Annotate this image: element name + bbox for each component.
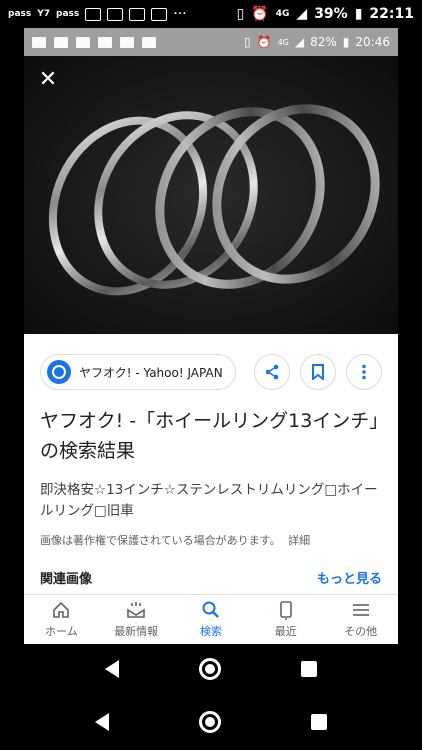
pass-icon: pass <box>8 9 32 19</box>
clock: 22:11 <box>369 6 414 22</box>
bottom-navigation: ホーム 最新情報 検索 最近 その他 <box>24 594 398 644</box>
inner-system-nav <box>0 644 422 694</box>
outer-system-nav <box>0 694 422 750</box>
pass-icon: pass <box>56 9 80 19</box>
detail-link[interactable]: 詳細 <box>288 534 310 547</box>
home-button-icon[interactable] <box>199 711 221 733</box>
source-label: ヤフオク! - Yahoo! JAPAN <box>79 365 223 380</box>
related-images-label: 関連画像 <box>40 572 93 587</box>
search-icon <box>202 601 219 618</box>
preview-image[interactable]: ✕ <box>24 56 398 334</box>
more-dots-icon: ··· <box>173 6 187 22</box>
outer-status-right: ▯ ⏰ 4G ◢ 39% ▮ 22:11 <box>237 6 414 22</box>
alarm-icon: ⏰ <box>251 6 269 22</box>
outer-status-bar: pass Y7 pass ··· ▯ ⏰ 4G ◢ 39% ▮ 22:11 <box>0 0 422 28</box>
vibrate-icon: ▯ <box>236 6 245 22</box>
mail-icon <box>54 36 68 48</box>
inner-status-bar: ▯ ⏰ 4G ◢ 82% ▮ 20:46 <box>24 28 398 56</box>
signal-icon: ◢ <box>294 35 305 49</box>
battery-percent: 39% <box>314 6 348 22</box>
inner-status-left <box>32 36 156 48</box>
nav-home-label: ホーム <box>45 625 78 638</box>
nav-news[interactable]: 最新情報 <box>99 595 174 644</box>
result-card: ヤフオク! - Yahoo! JAPAN ヤフオク! -「ホイールリング13イン… <box>24 334 398 587</box>
image-icon <box>98 36 112 48</box>
home-icon <box>53 601 70 618</box>
back-icon[interactable] <box>105 660 119 678</box>
alarm-icon: ⏰ <box>256 35 272 49</box>
cloud-icon <box>120 36 134 48</box>
recents-icon[interactable] <box>301 661 317 677</box>
nav-home[interactable]: ホーム <box>24 595 99 644</box>
inner-screen: ▯ ⏰ 4G ◢ 82% ▮ 20:46 ✕ ヤフオク! - Yahoo! JA… <box>24 28 398 644</box>
copyright-text: 画像は著作権で保護されている場合があります。 <box>40 534 281 547</box>
source-row: ヤフオク! - Yahoo! JAPAN <box>40 354 382 390</box>
inner-status-right: ▯ ⏰ 4G ◢ 82% ▮ 20:46 <box>244 35 390 49</box>
battery-icon: ▮ <box>354 6 363 22</box>
outer-status-left: pass Y7 pass ··· <box>8 6 187 22</box>
phone-icon <box>76 36 90 48</box>
news-icon <box>127 602 145 618</box>
mail-icon <box>85 7 102 21</box>
home-button-icon[interactable] <box>199 658 221 680</box>
signal-icon: ◢ <box>296 6 308 22</box>
recents-icon[interactable] <box>311 714 327 730</box>
nav-recent[interactable]: 最近 <box>248 595 323 644</box>
result-title[interactable]: ヤフオク! -「ホイールリング13インチ」の検索結果 <box>40 406 382 466</box>
ring-4 <box>212 104 380 284</box>
close-button[interactable]: ✕ <box>34 66 62 94</box>
related-images-header: 関連画像 もっと見る <box>40 568 382 587</box>
nav-search[interactable]: 検索 <box>174 595 249 644</box>
share-icon <box>265 364 279 380</box>
mail-icon <box>129 7 146 21</box>
recent-icon <box>279 601 292 620</box>
mail-icon <box>151 7 168 21</box>
game-icon <box>142 36 156 48</box>
more-vert-icon <box>362 364 366 380</box>
mail-icon <box>107 7 124 21</box>
more-options-button[interactable] <box>346 354 382 390</box>
share-button[interactable] <box>254 354 290 390</box>
nav-more[interactable]: その他 <box>323 595 398 644</box>
back-icon[interactable] <box>95 713 109 731</box>
yahoo-icon: Y7 <box>37 9 51 19</box>
mail-icon <box>32 36 46 48</box>
clock: 20:46 <box>355 35 390 49</box>
battery-icon: ▮ <box>342 35 350 49</box>
network-label: 4G <box>275 9 290 19</box>
nav-search-label: 検索 <box>199 625 222 638</box>
nav-more-label: その他 <box>344 625 378 638</box>
result-description: 即決格安☆13インチ☆ステンレストリムリング□ホイールリング□旧車 <box>40 482 378 519</box>
source-chip[interactable]: ヤフオク! - Yahoo! JAPAN <box>40 354 236 390</box>
see-more-link[interactable]: もっと見る <box>317 568 382 587</box>
globe-icon <box>47 360 71 384</box>
vibrate-icon: ▯ <box>244 35 251 49</box>
battery-percent: 82% <box>310 35 337 49</box>
nav-news-label: 最新情報 <box>114 625 159 638</box>
bookmark-icon <box>312 364 324 380</box>
wheel-rings-photo <box>48 104 380 296</box>
copyright-notice: 画像は著作権で保護されている場合があります。 詳細 <box>40 532 382 548</box>
bookmark-button[interactable] <box>300 354 336 390</box>
network-label: 4G <box>277 37 289 47</box>
menu-icon <box>352 604 369 616</box>
nav-recent-label: 最近 <box>274 625 297 638</box>
